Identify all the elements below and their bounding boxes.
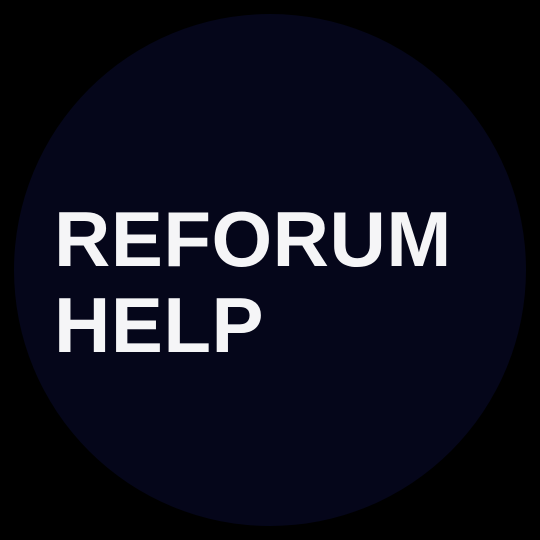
logo-line-reforum: REFORUM [54, 195, 452, 283]
logo-line-help: HELP [54, 281, 265, 369]
logo-canvas: REFORUM HELP [0, 0, 540, 540]
logo-wordmark: REFORUM HELP [54, 196, 452, 368]
